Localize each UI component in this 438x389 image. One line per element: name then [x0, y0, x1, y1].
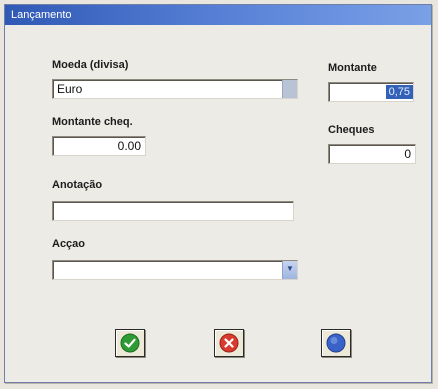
anotacao-field[interactable]: [52, 201, 294, 221]
moeda-field[interactable]: Euro: [52, 79, 298, 99]
close-icon: [219, 333, 239, 353]
montante-label: Montante: [328, 62, 377, 74]
moeda-scroll-handle[interactable]: [282, 80, 297, 98]
dialog-title: Lançamento: [5, 5, 431, 25]
cheques-field[interactable]: 0: [328, 144, 416, 164]
montante-cheq-label: Montante cheq.: [52, 116, 133, 128]
anotacao-label: Anotação: [52, 179, 103, 191]
chevron-down-icon[interactable]: ▼: [282, 261, 297, 279]
dialog-window: Lançamento Moeda (divisa) Euro Montante …: [4, 4, 432, 383]
help-icon: [326, 333, 346, 353]
montante-field[interactable]: 0,75: [328, 82, 414, 102]
accao-label: Acçao: [52, 238, 86, 250]
montante-cheq-field[interactable]: 0.00: [52, 136, 146, 156]
moeda-value: Euro: [57, 82, 83, 96]
moeda-label: Moeda (divisa): [52, 59, 129, 71]
check-icon: [120, 333, 140, 353]
cheques-label: Cheques: [328, 124, 375, 136]
help-button[interactable]: [321, 329, 351, 357]
ok-button[interactable]: [115, 329, 145, 357]
cancel-button[interactable]: [214, 329, 244, 357]
montante-value: 0,75: [385, 85, 413, 99]
accao-select[interactable]: ▼: [52, 260, 298, 280]
